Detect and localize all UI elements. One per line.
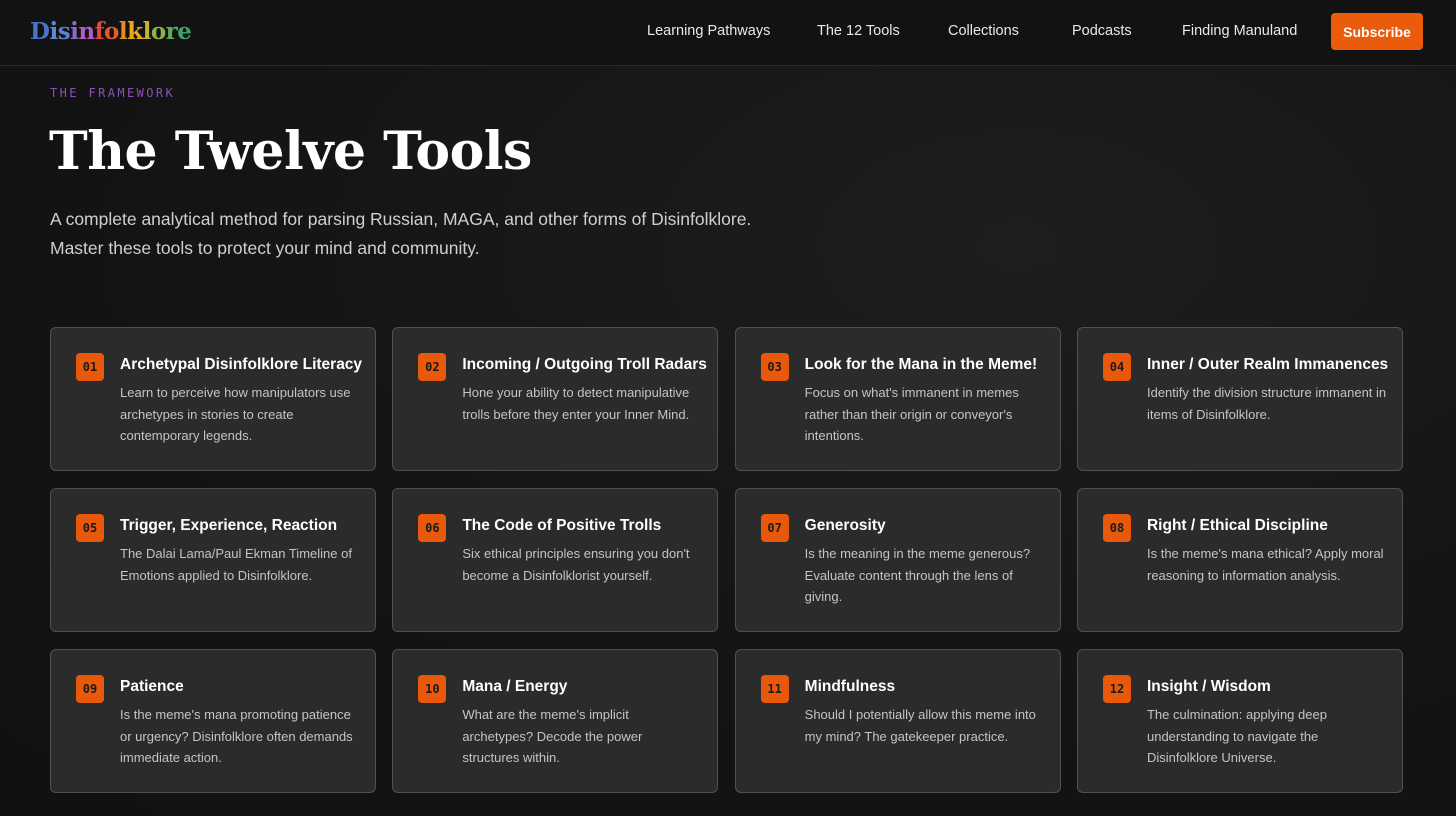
nav-link-learning-pathways[interactable]: Learning Pathways (647, 23, 770, 39)
tool-title: The Code of Positive Trolls (462, 517, 662, 534)
tool-description: Is the meme's mana promoting patience or… (120, 707, 353, 765)
tool-card[interactable]: 01 Archetypal Disinfolklore Literacy Learn… (50, 327, 376, 471)
tool-number-badge: 05 (76, 514, 104, 542)
tool-number-badge: 03 (760, 353, 789, 381)
logo-letter: k (127, 18, 143, 45)
tool-title: Incoming / Outgoing Troll Radars (462, 356, 707, 373)
tool-title: Patience (120, 678, 184, 695)
nav-link-collections[interactable]: Collections (948, 23, 1019, 39)
tool-title: Archetypal Disinfolklore Literacy (120, 356, 363, 373)
tool-number-badge: 04 (1102, 353, 1131, 381)
tool-description: Learn to perceive how manipulators use a… (120, 385, 351, 443)
tool-description: Is the meaning in the meme generous? Eva… (804, 546, 1031, 604)
nav-link-podcasts[interactable]: Podcasts (1072, 23, 1132, 39)
subscribe-button[interactable]: Subscribe (1331, 13, 1423, 50)
tool-card[interactable]: 04 Inner / Outer Realm Immanences Identify… (1076, 327, 1403, 471)
tool-description: The culmination: applying deep understan… (1146, 707, 1327, 765)
subtitle-line-1: A complete analytical method for parsing… (50, 209, 752, 229)
tool-description: Focus on what's immanent in memes rather… (804, 385, 1019, 443)
tool-card[interactable]: 05 Trigger, Experience, Reaction The Dalai… (50, 488, 376, 632)
section-eyebrow: THE FRAMEWORK (50, 86, 176, 100)
tool-card[interactable]: 03 Look for the Mana in the Meme! Focus on… (734, 327, 1061, 471)
page-title: The Twelve Tools (49, 121, 532, 182)
logo-letter: n (78, 18, 95, 45)
logo-letter: l (142, 18, 152, 45)
logo-letter: f (94, 18, 105, 45)
tool-card[interactable]: 10 Mana / Energy What are the meme's impli… (392, 649, 719, 793)
logo-letter: o (150, 18, 166, 45)
tool-title: Mindfulness (804, 678, 896, 695)
tool-title: Look for the Mana in the Meme! (804, 356, 1038, 373)
tool-description: Is the meme's mana ethical? Apply moral … (1146, 546, 1384, 583)
tool-description: Hone your ability to detect manipulative… (462, 385, 690, 422)
logo-letter: o (104, 18, 119, 45)
logo-letter: s (57, 18, 71, 45)
site-logo[interactable]: Disinfolklore (30, 15, 192, 49)
logo-letter: i (49, 18, 58, 45)
tool-number-badge: 07 (760, 514, 789, 542)
tool-title: Trigger, Experience, Reaction (120, 517, 338, 534)
tool-description: Six ethical principles ensuring you don'… (462, 546, 690, 583)
tool-number-badge: 08 (1102, 514, 1131, 542)
tool-number-badge: 12 (1102, 675, 1131, 703)
tool-number-badge: 02 (418, 353, 447, 381)
tool-description: Identify the division structure immanent… (1146, 385, 1387, 422)
tool-description: What are the meme's implicit archetypes?… (462, 707, 643, 765)
tool-number-badge: 01 (76, 353, 104, 381)
tool-description: The Dalai Lama/Paul Ekman Timeline of Em… (120, 546, 352, 583)
logo-letter: l (118, 18, 128, 45)
tool-number-badge: 09 (76, 675, 104, 703)
nav-link-12-tools[interactable]: The 12 Tools (817, 23, 900, 39)
tool-card[interactable]: 06 The Code of Positive Trolls Six ethical… (392, 488, 719, 632)
logo-letter: D (30, 18, 50, 45)
logo-letter: e (177, 18, 192, 45)
tools-grid: 01 Archetypal Disinfolklore Literacy Learn… (50, 327, 1403, 793)
tool-card[interactable]: 07 Generosity Is the meaning in the meme g… (734, 488, 1061, 632)
tool-card[interactable]: 11 Mindfulness Should I potentially allow … (734, 649, 1061, 793)
top-navbar: Disinfolklore Learning Pathways The 12 T… (0, 0, 1456, 66)
tool-number-badge: 11 (760, 675, 789, 703)
logo-letter: r (165, 18, 178, 45)
tool-card[interactable]: 02 Incoming / Outgoing Troll Radars Hone y… (392, 327, 719, 471)
tool-title: Right / Ethical Discipline (1146, 517, 1328, 534)
tool-title: Generosity (804, 517, 886, 534)
nav-link-finding-manuland[interactable]: Finding Manuland (1182, 23, 1297, 39)
tool-number-badge: 06 (418, 514, 447, 542)
tool-card[interactable]: 09 Patience Is the meme's mana promoting p… (50, 649, 376, 793)
tool-card[interactable]: 12 Insight / Wisdom The culmination: apply… (1076, 649, 1403, 793)
tool-description: Should I potentially allow this meme int… (804, 707, 1036, 744)
tool-title: Mana / Energy (462, 678, 568, 695)
tool-card[interactable]: 08 Right / Ethical Discipline Is the meme'… (1076, 488, 1403, 632)
tool-number-badge: 10 (418, 675, 447, 703)
subtitle-line-2: Master these tools to protect your mind … (50, 238, 480, 258)
page-subtitle: A complete analytical method for parsing… (50, 205, 810, 263)
tool-title: Inner / Outer Realm Immanences (1146, 356, 1389, 373)
tool-title: Insight / Wisdom (1146, 678, 1271, 695)
